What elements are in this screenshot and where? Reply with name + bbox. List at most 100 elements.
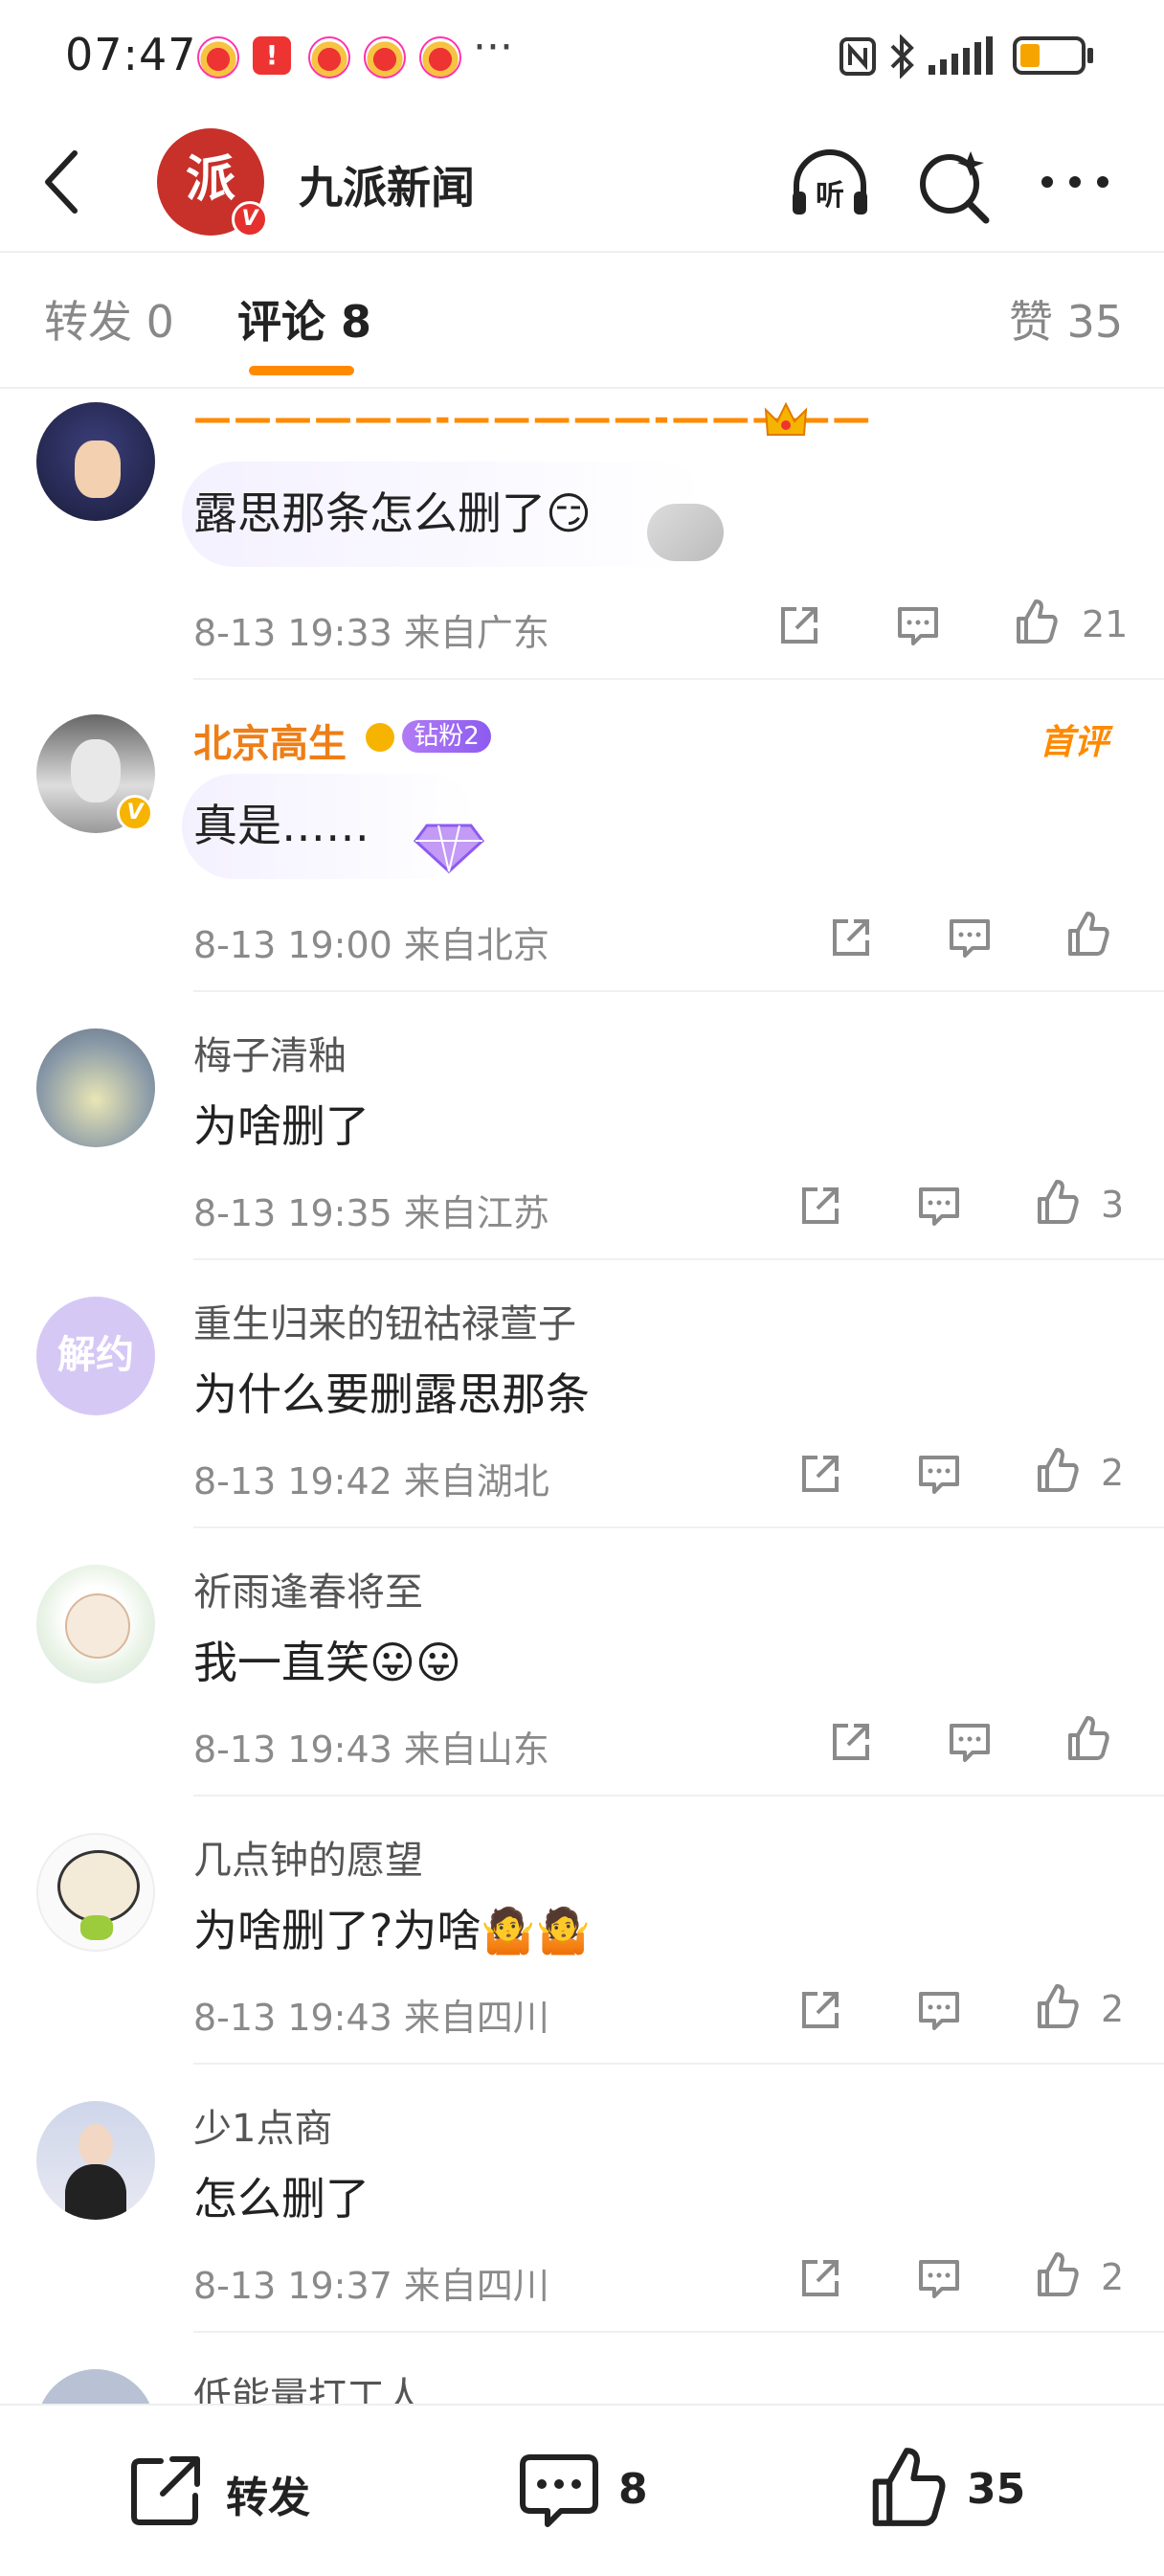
like-count: 2 xyxy=(1101,1452,1125,1494)
diamond-icon xyxy=(413,824,485,874)
like-count: 2 xyxy=(1101,2256,1125,2298)
weibo-notification-icon xyxy=(308,36,350,79)
comment-divider xyxy=(193,2331,1164,2333)
reply-icon[interactable] xyxy=(915,2254,963,2302)
avatar[interactable] xyxy=(36,402,155,521)
share-icon[interactable] xyxy=(775,601,823,649)
nfc-icon xyxy=(839,37,876,76)
avatar[interactable]: 解约 xyxy=(36,1297,155,1415)
tab-active-indicator xyxy=(249,366,354,375)
share-icon[interactable] xyxy=(796,1450,844,1498)
comment-text: 为啥删了?为啥🤷🤷 xyxy=(193,1905,591,1956)
comment-author[interactable]: 重生归来的钮祜禄萱子 xyxy=(193,1293,576,1348)
share-icon[interactable] xyxy=(796,1986,844,2034)
comment-icon xyxy=(520,2454,598,2527)
tabs-divider xyxy=(0,387,1164,389)
share-icon[interactable] xyxy=(827,914,875,961)
reply-icon[interactable] xyxy=(894,601,942,649)
like-count: 2 xyxy=(1101,1988,1125,2030)
bottom-action-bar: 转发 8 35 xyxy=(0,2404,1164,2576)
comment-divider xyxy=(193,678,1164,680)
comment-text: 露思那条怎么删了😏 xyxy=(193,487,592,539)
more-options-icon[interactable] xyxy=(1032,142,1118,228)
avatar[interactable] xyxy=(36,2101,155,2220)
comment-text: 怎么删了 xyxy=(193,2173,369,2225)
comment-meta: 8-13 19:33 来自广东 xyxy=(193,612,549,654)
weibo-notification-icon xyxy=(419,36,461,79)
verified-badge-icon: V xyxy=(232,201,268,237)
tab-comments[interactable]: 评论 8 xyxy=(237,287,371,350)
comment-author[interactable]: 祈雨逢春将至 xyxy=(193,1561,423,1616)
status-bar: 07:47 ! ··· xyxy=(0,0,1164,115)
bubble-decoration-icon xyxy=(647,504,724,561)
comment-meta: 8-13 19:43 来自山东 xyxy=(193,1729,549,1771)
weibo-notification-icon xyxy=(197,36,239,79)
comment-author[interactable]: 几点钟的愿望 xyxy=(193,1829,423,1885)
comment-meta: 8-13 19:43 来自四川 xyxy=(193,1997,549,2039)
comment-divider xyxy=(193,1795,1164,1796)
fan-badge: 钻粉2 xyxy=(366,716,491,753)
comment-text: 为什么要删露思那条 xyxy=(193,1368,590,1420)
comment-meta: 8-13 19:00 来自北京 xyxy=(193,924,549,966)
reply-icon[interactable] xyxy=(946,914,994,961)
brand-logo: 派 xyxy=(185,151,235,209)
like-icon[interactable] xyxy=(1034,1178,1082,1226)
avatar[interactable] xyxy=(36,1565,155,1683)
comment-author[interactable]: 梅子清釉 xyxy=(193,1025,347,1080)
tab-likes[interactable]: 赞 35 xyxy=(1009,287,1123,350)
reply-icon[interactable] xyxy=(946,1718,994,1766)
comment-text: 为啥删了 xyxy=(193,1100,369,1152)
comment-author[interactable]: 少1点商 xyxy=(193,2097,332,2153)
comment-button[interactable]: 8 xyxy=(517,2450,689,2536)
profile-name[interactable]: 九派新闻 xyxy=(299,153,475,216)
reply-icon[interactable] xyxy=(915,1986,963,2034)
thumbs-up-icon xyxy=(872,2448,946,2526)
weibo-notification-icon xyxy=(364,36,406,79)
svg-text:听: 听 xyxy=(816,179,844,213)
first-comment-tag: 首评 xyxy=(1040,723,1109,762)
search-icon[interactable] xyxy=(911,142,997,228)
listen-button[interactable]: 听 xyxy=(787,142,873,228)
repost-icon xyxy=(131,2456,200,2525)
avatar[interactable] xyxy=(36,1028,155,1147)
like-button[interactable]: 35 xyxy=(865,2444,1038,2536)
avatar[interactable] xyxy=(36,1833,155,1952)
like-icon[interactable] xyxy=(1064,910,1112,958)
comments-count: 8 xyxy=(618,2465,648,2514)
share-icon[interactable] xyxy=(796,1182,844,1230)
like-icon[interactable] xyxy=(1013,598,1061,645)
reply-icon[interactable] xyxy=(915,1182,963,1230)
tab-repost[interactable]: 转发 0 xyxy=(44,287,174,350)
verified-badge-icon: V xyxy=(117,795,153,831)
like-icon[interactable] xyxy=(1034,1982,1082,2030)
like-icon[interactable] xyxy=(1064,1714,1112,1762)
battery-level xyxy=(1020,44,1040,67)
comment-divider xyxy=(193,1526,1164,1528)
comment-text: 真是…… xyxy=(193,800,369,851)
comment-author[interactable]: 北京高生 xyxy=(193,712,347,768)
status-time: 07:47 xyxy=(65,29,197,80)
comment-meta: 8-13 19:37 来自四川 xyxy=(193,2265,549,2307)
crown-icon xyxy=(764,401,808,436)
like-icon[interactable] xyxy=(1034,1446,1082,1494)
comment-meta: 8-13 19:42 来自湖北 xyxy=(193,1460,549,1503)
comment-text: 我一直笑😛😛 xyxy=(193,1637,461,1688)
battery-tip xyxy=(1087,48,1093,63)
likes-count: 35 xyxy=(967,2465,1026,2514)
avatar-label: 解约 xyxy=(57,1333,134,1377)
header-divider xyxy=(0,251,1164,253)
comment-divider xyxy=(193,1258,1164,1260)
comment-divider xyxy=(193,990,1164,992)
like-icon[interactable] xyxy=(1034,2250,1082,2298)
alert-notification-icon: ! xyxy=(253,36,291,75)
battery-icon xyxy=(1013,36,1086,75)
share-icon[interactable] xyxy=(827,1718,875,1766)
repost-button[interactable]: 转发 xyxy=(126,2450,337,2536)
profile-avatar[interactable]: 派 V xyxy=(157,128,268,237)
back-icon[interactable] xyxy=(34,144,92,220)
fan-level-icon xyxy=(366,722,394,752)
reply-icon[interactable] xyxy=(915,1450,963,1498)
share-icon[interactable] xyxy=(796,2254,844,2302)
more-notifications-icon: ··· xyxy=(473,23,513,72)
comment-divider xyxy=(193,2063,1164,2065)
